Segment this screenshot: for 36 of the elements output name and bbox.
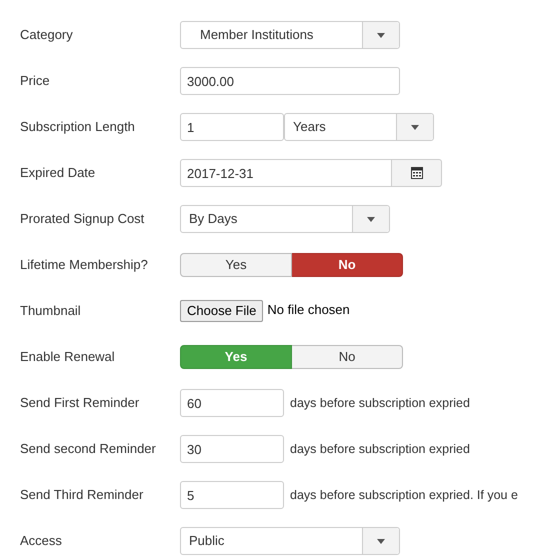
field-label: Send second Reminder [19, 440, 157, 458]
dropdown[interactable]: By Days [180, 205, 390, 233]
field-label: Lifetime Membership? [19, 256, 149, 274]
toggle-option[interactable]: No [292, 345, 403, 369]
field-label: Category [19, 26, 74, 44]
field-label: Send First Reminder [19, 394, 140, 412]
toggle-option[interactable]: Yes [180, 253, 292, 277]
field-label: Access [19, 532, 63, 550]
field-label: Prorated Signup Cost [19, 210, 146, 228]
field-label: Send Third Reminder [19, 486, 144, 504]
field-label: Enable Renewal [19, 348, 116, 366]
dropdown[interactable]: Public [180, 527, 400, 555]
calendar-icon [410, 167, 422, 179]
input-field[interactable]: 3000.00 [180, 67, 400, 95]
input-field[interactable]: 5 [180, 481, 284, 509]
input-field[interactable]: 1 [180, 113, 284, 141]
field-label: Price [19, 72, 51, 90]
dropdown[interactable]: Years [284, 113, 434, 141]
dropdown[interactable]: Member Institutions [180, 21, 400, 49]
field-hint: days before subscription expried [290, 440, 470, 458]
toggle-option[interactable]: No [292, 253, 403, 277]
field-label: Expired Date [19, 164, 96, 182]
field-hint: days before subscription expried [290, 394, 470, 412]
caret-icon [362, 22, 399, 48]
input-field[interactable]: 2017-12-31 [180, 159, 392, 187]
input-field[interactable]: 30 [180, 435, 284, 463]
caret-icon [396, 114, 433, 140]
caret-icon [352, 206, 389, 232]
input-field[interactable]: 60 [180, 389, 284, 417]
caret-icon [362, 528, 399, 554]
field-label: Subscription Length [19, 118, 136, 136]
choose-file-button[interactable]: Choose File [180, 300, 264, 322]
file-status: No file chosen [267, 300, 350, 319]
calendar-button[interactable] [392, 159, 442, 187]
field-label: Thumbnail [19, 302, 82, 320]
field-hint: days before subscription expried. If you e [290, 486, 518, 504]
